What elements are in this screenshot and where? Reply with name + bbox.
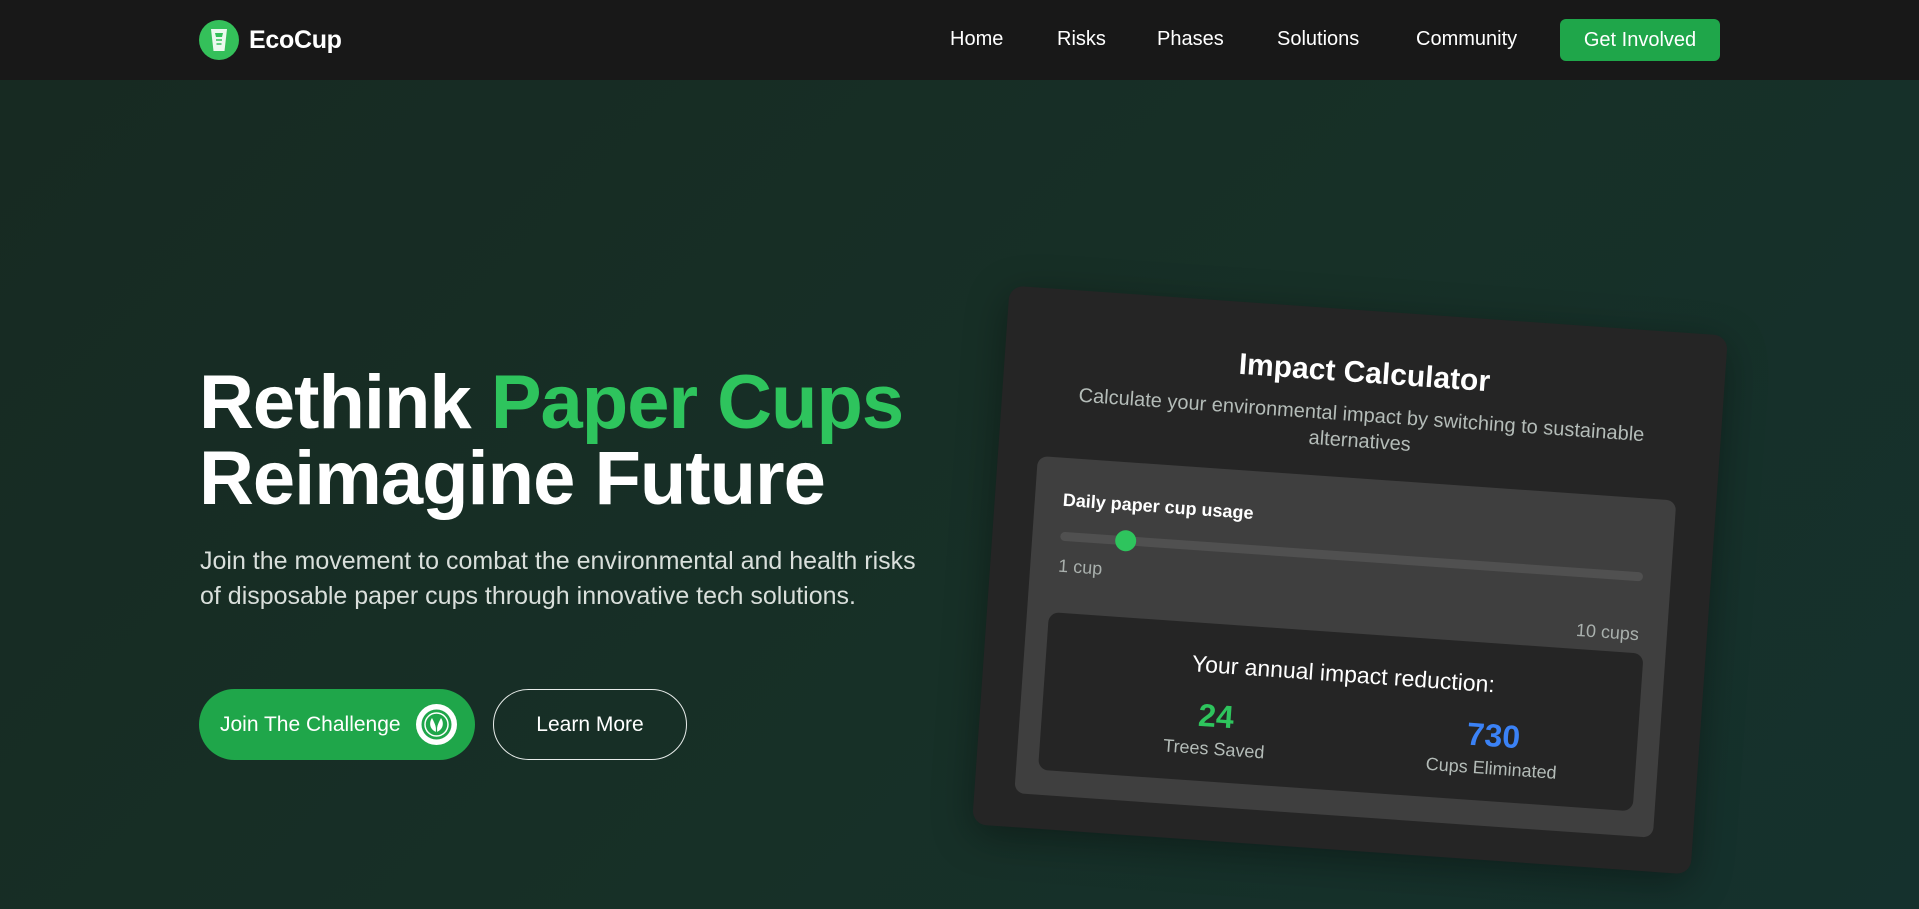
- leaf-globe-icon: [416, 704, 457, 745]
- brand-logo[interactable]: EcoCup: [199, 20, 342, 60]
- hero-headline: Rethink Paper Cups Reimagine Future: [199, 365, 959, 517]
- nav-link-home[interactable]: Home: [950, 28, 1003, 51]
- navbar: EcoCup Home Risks Phases Solutions Commu…: [0, 0, 1919, 80]
- usage-label: Daily paper cup usage: [1062, 489, 1255, 524]
- get-involved-button[interactable]: Get Involved: [1560, 19, 1720, 61]
- headline-line2: Reimagine Future: [199, 436, 826, 521]
- nav-link-solutions[interactable]: Solutions: [1277, 28, 1359, 51]
- hero-subtext: Join the movement to combat the environm…: [200, 547, 916, 610]
- learn-more-button[interactable]: Learn More: [493, 689, 687, 760]
- slider-max-label: 10 cups: [1575, 619, 1640, 645]
- join-challenge-button[interactable]: Join The Challenge: [199, 689, 475, 760]
- slider-min-label: 1 cup: [1057, 555, 1103, 579]
- slider-thumb[interactable]: [1114, 529, 1137, 552]
- trees-saved-stat: 24 Trees Saved: [1103, 690, 1327, 767]
- nav-link-risks[interactable]: Risks: [1057, 28, 1106, 51]
- usage-slider[interactable]: [1060, 529, 1644, 582]
- usage-panel: Daily paper cup usage 1 cup 10 cups Your…: [1014, 455, 1677, 838]
- impact-calculator-card: Impact Calculator Calculate your environ…: [972, 285, 1728, 875]
- join-challenge-label: Join The Challenge: [220, 712, 401, 736]
- nav-link-community[interactable]: Community: [1416, 28, 1517, 51]
- headline-word: Rethink: [199, 360, 472, 445]
- nav-link-phases[interactable]: Phases: [1157, 28, 1224, 51]
- paper-cup-icon: [199, 20, 239, 60]
- impact-result-box: Your annual impact reduction: 24 Trees S…: [1038, 612, 1644, 812]
- cups-eliminated-stat: 730 Cups Eliminated: [1381, 710, 1605, 787]
- headline-accent: Paper Cups: [490, 360, 904, 445]
- brand-name: EcoCup: [249, 25, 342, 54]
